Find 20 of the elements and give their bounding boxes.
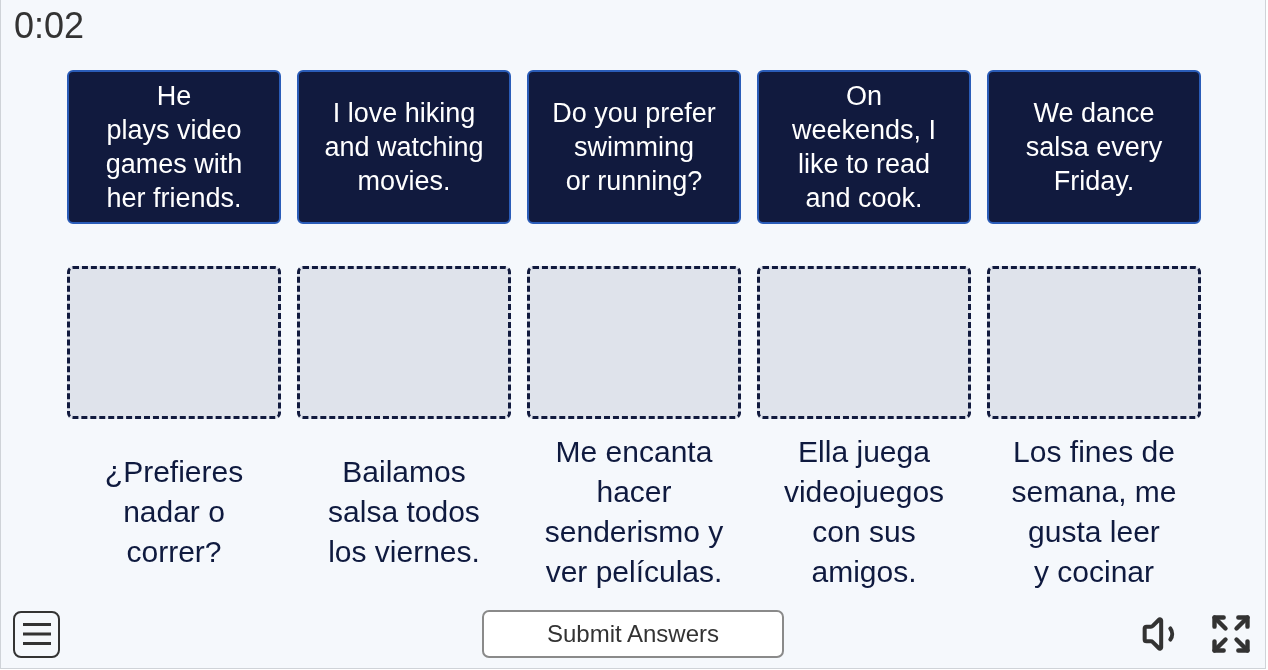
phrase-card[interactable]: On weekends, I like to read and cook. <box>757 70 971 224</box>
drop-zone[interactable] <box>987 266 1201 419</box>
menu-icon <box>22 622 51 646</box>
timer-text: 0:02 <box>14 5 85 47</box>
submit-answers-button[interactable]: Submit Answers <box>482 610 784 658</box>
menu-button[interactable] <box>13 610 60 658</box>
phrase-card[interactable]: He plays video games with her friends. <box>67 70 281 224</box>
answer-text: Ella juega videojuegos con sus amigos. <box>783 434 945 590</box>
drop-zone[interactable] <box>757 266 971 419</box>
answer-text: Los fines de semana, me gusta leer y cocinar <box>1011 434 1177 590</box>
phrase-card[interactable]: I love hiking and watching movies. <box>297 70 511 224</box>
answer-text: Me encanta hacer senderismo y ver películas. <box>544 434 724 590</box>
answer-text: Bailamos salsa todos los viernes. <box>328 454 480 570</box>
phrase-card[interactable]: We dance salsa every Friday. <box>987 70 1201 224</box>
phrase-card[interactable]: Do you prefer swimming or running? <box>527 70 741 224</box>
drop-zone[interactable] <box>527 266 741 419</box>
fullscreen-icon[interactable] <box>1209 612 1253 656</box>
drop-zone[interactable] <box>297 266 511 419</box>
drop-zone[interactable] <box>67 266 281 419</box>
answer-text: ¿Prefieres nadar o correr? <box>104 454 244 570</box>
